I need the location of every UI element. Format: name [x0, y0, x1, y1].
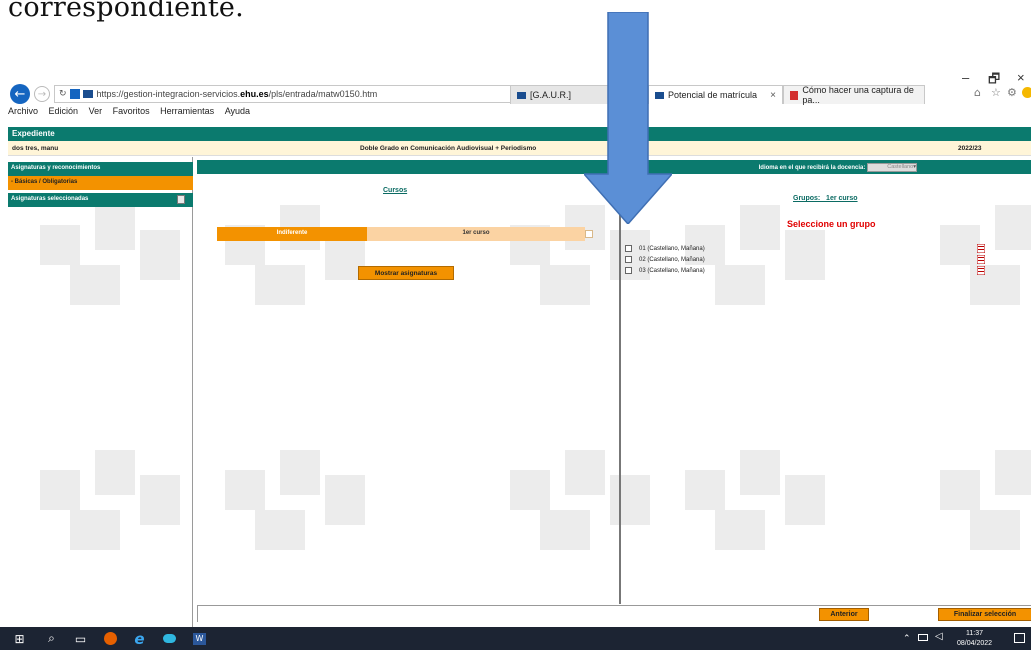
- group-label: 03 (Castellano, Mañana): [639, 267, 705, 274]
- group-checkbox[interactable]: [625, 267, 632, 274]
- search-icon[interactable]: ⌕: [44, 631, 59, 646]
- home-icon[interactable]: ⌂: [974, 86, 981, 99]
- tab-favicon: [517, 91, 526, 99]
- mostrar-asignaturas-button[interactable]: Mostrar asignaturas: [358, 266, 454, 280]
- group-label: 01 (Castellano, Mañana): [639, 245, 705, 252]
- curso-option-1er[interactable]: 1er curso: [367, 227, 585, 241]
- document-caption: correspondiente.: [8, 0, 244, 23]
- ehu-logo-icon: [82, 90, 93, 98]
- group-label: 02 (Castellano, Mañana): [639, 256, 705, 263]
- watermark-logo: [940, 450, 1031, 550]
- group-schedule-icon[interactable]: [977, 266, 985, 275]
- sidebar-item-basicas[interactable]: - Básicas / Obligatorias: [8, 176, 193, 190]
- tab-label: [G.A.U.R.]: [530, 90, 572, 100]
- menu-edicion[interactable]: Edición: [49, 106, 79, 116]
- sidebar-section-asignaturas[interactable]: Asignaturas y reconocimientos: [8, 162, 193, 176]
- clock-time: 11:37: [966, 630, 984, 637]
- academic-year: 2022/23: [958, 145, 982, 152]
- internet-explorer-icon[interactable]: e: [132, 630, 147, 648]
- down-arrow-annotation: [584, 12, 672, 224]
- windows-taskbar: ⊞ ⌕ ▭ e W ⌃ ◁ 11:37 08/04/2022: [0, 627, 1031, 650]
- network-icon[interactable]: [918, 634, 928, 641]
- word-icon[interactable]: W: [192, 631, 207, 646]
- watermark-logo: [510, 450, 650, 550]
- group-schedule-icon[interactable]: [977, 255, 985, 264]
- watermark-logo: [225, 205, 365, 305]
- curso-checkbox[interactable]: [585, 230, 593, 238]
- curso-option-indiferente[interactable]: Indiferente: [217, 227, 367, 241]
- tab-favicon: [790, 90, 799, 100]
- url-prefix: https://gestion-integracion-servicios.: [96, 89, 241, 99]
- clock-date: 08/04/2022: [957, 640, 993, 647]
- browser-toolbar: ← → ↻ https://gestion-integracion-servic…: [0, 82, 1031, 106]
- bottom-actions-bar: Anterior Finalizar selección: [197, 605, 1031, 622]
- idioma-select[interactable]: Castellano ▾: [867, 163, 917, 172]
- url-path: /pls/entrada/matw0150.htm: [268, 89, 378, 99]
- sidebar-item-seleccionadas[interactable]: Asignaturas seleccionadas: [8, 193, 193, 207]
- idioma-label: Idioma en el que recibirá la docencia:: [758, 165, 866, 172]
- forward-icon[interactable]: →: [34, 86, 50, 102]
- tab-captura[interactable]: Cómo hacer una captura de pa...: [783, 85, 925, 105]
- watermark-logo: [225, 450, 365, 550]
- selected-list-icon[interactable]: [177, 195, 185, 204]
- back-icon[interactable]: ←: [10, 84, 30, 104]
- site-favicon: [69, 89, 80, 99]
- menu-ver[interactable]: Ver: [89, 106, 103, 116]
- favorites-star-icon[interactable]: ☆: [991, 86, 1001, 99]
- anterior-button[interactable]: Anterior: [819, 608, 869, 621]
- group-row[interactable]: 01 (Castellano, Mañana): [625, 245, 705, 252]
- student-info-bar: dos tres, manu Doble Grado en Comunicaci…: [8, 141, 1031, 156]
- cursos-link[interactable]: Cursos: [383, 187, 407, 194]
- volume-icon[interactable]: ◁: [935, 631, 943, 642]
- address-bar[interactable]: ↻ https://gestion-integracion-servicios.…: [54, 85, 584, 103]
- notifications-icon[interactable]: [1014, 633, 1025, 643]
- group-checkbox[interactable]: [625, 256, 632, 263]
- sidebar-item-label: Asignaturas seleccionadas: [11, 196, 89, 202]
- settings-gear-icon[interactable]: ⚙: [1007, 86, 1017, 99]
- cursos-selector: Indiferente 1er curso: [217, 227, 593, 241]
- firefox-icon[interactable]: [103, 631, 118, 646]
- menu-favoritos[interactable]: Favoritos: [113, 106, 150, 116]
- watermark-logo: [940, 205, 1031, 305]
- system-clock[interactable]: 11:37 08/04/2022: [957, 629, 992, 649]
- finalizar-seleccion-button[interactable]: Finalizar selección: [938, 608, 1031, 621]
- webex-icon[interactable]: [162, 631, 177, 646]
- panel-divider: [619, 174, 621, 604]
- tray-chevron-icon[interactable]: ⌃: [903, 633, 911, 644]
- select-group-message: Seleccione un grupo: [787, 219, 876, 229]
- group-schedule-icon[interactable]: [977, 244, 985, 253]
- expediente-header: Expediente: [8, 127, 1031, 141]
- reload-icon[interactable]: ↻: [59, 89, 67, 99]
- smiley-icon[interactable]: [1022, 87, 1031, 98]
- task-view-icon[interactable]: ▭: [73, 631, 88, 646]
- group-row[interactable]: 02 (Castellano, Mañana): [625, 256, 705, 263]
- sidebar: Asignaturas y reconocimientos - Básicas …: [8, 157, 193, 629]
- menu-archivo[interactable]: Archivo: [8, 106, 38, 116]
- url-domain: ehu.es: [240, 89, 269, 99]
- menu-ayuda[interactable]: Ayuda: [225, 106, 250, 116]
- browser-menubar: Archivo Edición Ver Favoritos Herramient…: [0, 106, 1031, 118]
- watermark-logo: [685, 450, 825, 550]
- student-name: dos tres, manu: [12, 145, 59, 152]
- group-checkbox[interactable]: [625, 245, 632, 252]
- close-tab-icon[interactable]: ×: [770, 90, 776, 101]
- tab-label: Cómo hacer una captura de pa...: [802, 85, 914, 105]
- tab-label: Potencial de matrícula: [668, 90, 758, 100]
- windows-start-icon[interactable]: ⊞: [12, 631, 27, 646]
- menu-herramientas[interactable]: Herramientas: [160, 106, 214, 116]
- grupos-link[interactable]: Grupos: 1er curso: [793, 195, 858, 202]
- group-row[interactable]: 03 (Castellano, Mañana): [625, 267, 705, 274]
- degree-name: Doble Grado en Comunicación Audiovisual …: [360, 145, 537, 152]
